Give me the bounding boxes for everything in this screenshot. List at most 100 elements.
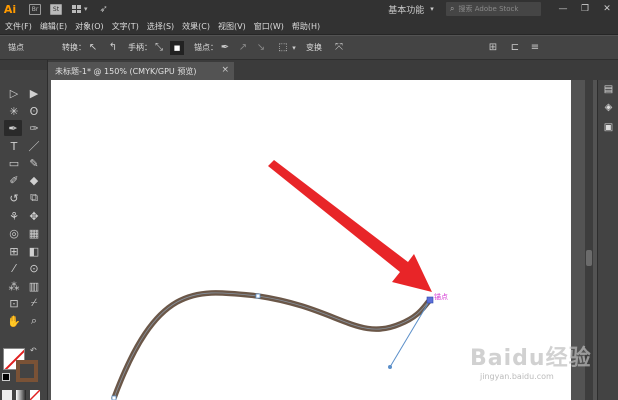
- document-tab-title: 未标题-1* @ 150% (CMYK/GPU 预览): [55, 66, 197, 76]
- annotation-arrow: [268, 160, 432, 292]
- hand-tool-icon[interactable]: ✋: [5, 313, 23, 329]
- warp-tool-icon[interactable]: ⚘: [5, 208, 23, 224]
- connect-anchor-icon[interactable]: ↘: [254, 41, 268, 55]
- chevron-down-icon[interactable]: ▾: [84, 5, 88, 13]
- menu-object[interactable]: 对象(O): [72, 21, 107, 32]
- anchor-point[interactable]: [111, 395, 117, 400]
- gradient-mode-icon[interactable]: [16, 390, 26, 400]
- menu-select[interactable]: 选择(S): [144, 21, 177, 32]
- curvature-tool-icon[interactable]: ✑: [25, 120, 43, 136]
- minimize-button[interactable]: —: [552, 0, 574, 18]
- direction-handle-line: [389, 299, 431, 368]
- baidu-watermark: Baidu经验 jingyan.baidu.com: [470, 340, 610, 390]
- pen-tool-icon[interactable]: ✒: [4, 120, 22, 136]
- perspective-grid-tool-icon[interactable]: ▦: [25, 225, 43, 241]
- panel-menu-icon[interactable]: ≡: [528, 41, 542, 55]
- magic-wand-tool-icon[interactable]: ✳: [5, 103, 23, 119]
- watermark-url: jingyan.baidu.com: [480, 372, 554, 381]
- line-tool-icon[interactable]: ／: [25, 138, 43, 154]
- close-button[interactable]: ✕: [596, 0, 618, 18]
- maximize-button[interactable]: ❐: [574, 0, 596, 18]
- shaper-tool-icon[interactable]: ✐: [5, 172, 23, 188]
- arrange-documents-icon[interactable]: [72, 5, 81, 13]
- symbol-sprayer-tool-icon[interactable]: ⁂: [5, 278, 23, 294]
- document-tab[interactable]: 未标题-1* @ 150% (CMYK/GPU 预览) ×: [48, 62, 234, 80]
- eraser-tool-icon[interactable]: ◆: [25, 172, 43, 188]
- chevron-down-icon: ▾: [430, 5, 434, 13]
- stroke-swatch[interactable]: [16, 360, 38, 382]
- menu-window[interactable]: 窗口(W): [251, 21, 287, 32]
- scale-tool-icon[interactable]: ⧉: [25, 190, 43, 206]
- menu-file[interactable]: 文件(F): [2, 21, 35, 32]
- column-graph-tool-icon[interactable]: ▥: [25, 278, 43, 294]
- handles-label: 手柄：: [128, 43, 152, 52]
- close-tab-icon[interactable]: ×: [221, 65, 229, 75]
- tools-panel: ▷ ▶ ✳ ʘ ✒ ✑ T ／ ▭ ✎ ✐ ◆ ↺ ⧉ ⚘ ✥ ◎ ▦ ⊞ ◧ …: [0, 60, 48, 400]
- rectangle-tool-icon[interactable]: ▭: [5, 155, 23, 171]
- anchor-point-selected[interactable]: [426, 296, 434, 304]
- properties-panel-icon[interactable]: ▤: [601, 82, 616, 97]
- chevron-down-icon[interactable]: ▾: [290, 41, 298, 55]
- menu-edit[interactable]: 编辑(E): [37, 21, 70, 32]
- lasso-tool-icon[interactable]: ʘ: [25, 103, 43, 119]
- workspace-switcher[interactable]: 基本功能 ▾: [383, 2, 439, 16]
- layers-panel-icon[interactable]: ◈: [601, 100, 616, 115]
- direction-handle-point[interactable]: [388, 365, 392, 369]
- libraries-panel-icon[interactable]: ▣: [601, 120, 616, 135]
- gradient-tool-icon[interactable]: ◧: [25, 243, 43, 259]
- convert-to-smooth-icon[interactable]: ↰: [106, 41, 120, 55]
- tools-panel-header[interactable]: [0, 60, 47, 70]
- anchor-label: 锚点：: [194, 43, 218, 52]
- selection-tool-icon[interactable]: ▷: [5, 85, 23, 101]
- workspace-label: 基本功能: [388, 5, 425, 16]
- eyedropper-tool-icon[interactable]: ⁄: [5, 260, 23, 276]
- search-icon: ⌕: [450, 4, 455, 13]
- cut-path-icon[interactable]: ↗: [236, 41, 250, 55]
- default-colors-icon[interactable]: [2, 373, 10, 381]
- remove-anchor-icon[interactable]: ✒: [218, 41, 232, 55]
- mesh-tool-icon[interactable]: ⊞: [5, 243, 23, 259]
- convert-to-corner-icon[interactable]: ↖: [86, 41, 100, 55]
- menu-help[interactable]: 帮助(H): [289, 21, 323, 32]
- convert-label: 转换：: [62, 43, 86, 52]
- paintbrush-tool-icon[interactable]: ✎: [25, 155, 43, 171]
- none-mode-icon[interactable]: [30, 390, 40, 400]
- scrollbar-thumb[interactable]: [586, 250, 592, 266]
- hide-handles-icon[interactable]: ■: [170, 40, 184, 55]
- bezier-path[interactable]: [111, 290, 433, 400]
- watermark-brand: Baidu经验: [470, 346, 592, 371]
- show-handles-icon[interactable]: ⤡: [152, 41, 166, 55]
- search-placeholder: 搜索 Adobe Stock: [458, 5, 519, 13]
- artboard-tool-icon[interactable]: ⊡: [5, 295, 23, 311]
- menu-view[interactable]: 视图(V): [215, 21, 249, 32]
- blend-tool-icon[interactable]: ⊙: [25, 260, 43, 276]
- stock-icon[interactable]: St: [50, 3, 62, 15]
- stock-search-input[interactable]: ⌕ 搜索 Adobe Stock: [446, 2, 541, 16]
- window-controls: — ❐ ✕: [552, 0, 618, 18]
- rotate-tool-icon[interactable]: ↺: [5, 190, 23, 206]
- transform-label[interactable]: 变换: [306, 42, 322, 53]
- direct-selection-tool-icon[interactable]: ▶: [25, 85, 43, 101]
- color-mode-icon[interactable]: [2, 390, 12, 400]
- swap-fill-stroke-icon[interactable]: ↶: [30, 346, 37, 355]
- anchor-tooltip: 锚点: [434, 293, 448, 301]
- menu-bar: 文件(F) 编辑(E) 对象(O) 文字(T) 选择(S) 效果(C) 视图(V…: [0, 18, 618, 35]
- slice-tool-icon[interactable]: ⌿: [25, 295, 43, 311]
- rocket-icon[interactable]: ➶: [100, 4, 108, 15]
- type-tool-icon[interactable]: T: [5, 138, 23, 154]
- align-distribute-icon[interactable]: ⊞: [486, 41, 500, 55]
- menu-type[interactable]: 文字(T): [109, 21, 142, 32]
- zoom-tool-icon[interactable]: ⌕: [25, 313, 43, 329]
- title-bar: Ai Br St ▾ ➶ 基本功能 ▾ ⌕ 搜索 Adobe Stock — ❐…: [0, 0, 618, 18]
- free-transform-tool-icon[interactable]: ✥: [25, 208, 43, 224]
- align-icon[interactable]: ⤧: [332, 41, 346, 55]
- isolate-icon[interactable]: ⬚: [276, 41, 290, 55]
- ai-logo: Ai: [3, 2, 17, 16]
- shape-builder-tool-icon[interactable]: ◎: [5, 225, 23, 241]
- bridge-icon[interactable]: Br: [29, 3, 41, 15]
- panel-options-icon[interactable]: ⊏: [508, 41, 522, 55]
- document-tabs: 未标题-1* @ 150% (CMYK/GPU 预览) ×: [48, 60, 618, 80]
- control-bar: 锚点 转换： ↖ ↰ 手柄： ⤡ ■ 锚点： ✒ ↗ ↘ ⬚ ▾ 变换 ⤧ ⊞ …: [0, 36, 618, 60]
- menu-effect[interactable]: 效果(C): [179, 21, 213, 32]
- anchor-point[interactable]: [255, 293, 261, 299]
